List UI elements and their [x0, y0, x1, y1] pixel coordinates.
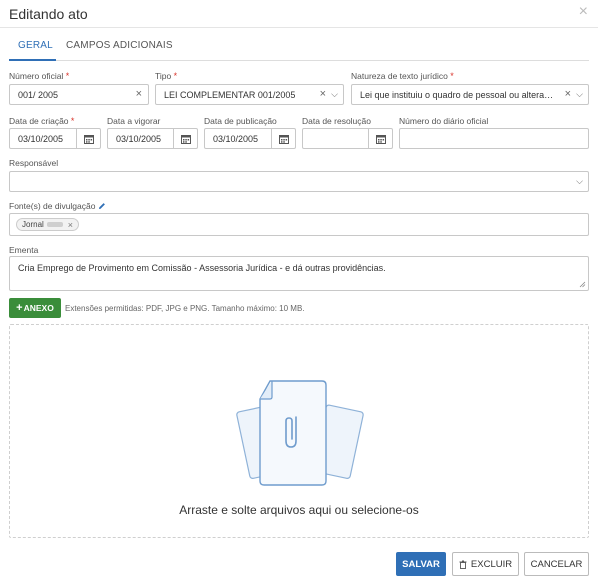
responsavel-select[interactable]: ⌵ [9, 171, 589, 192]
modal-header: Editando ato × [0, 0, 598, 28]
tab-geral[interactable]: GERAL [18, 40, 53, 51]
pencil-icon[interactable] [98, 202, 106, 210]
natureza-value: Lei que instituiu o quadro de pessoal ou… [360, 90, 554, 100]
data-resolucao-label: Data de resolução [302, 116, 371, 126]
document-attachment-icon [236, 380, 364, 486]
tab-campos-adicionais[interactable]: CAMPOS ADICIONAIS [66, 40, 173, 51]
fonte-tag: Jornal × [16, 218, 80, 231]
active-tab-indicator [9, 59, 56, 61]
clear-icon[interactable]: × [320, 88, 326, 100]
numero-diario-input[interactable] [399, 128, 589, 149]
tipo-value: LEI COMPLEMENTAR 001/2005 [164, 90, 296, 100]
required-marker: * [70, 116, 75, 126]
modal-title: Editando ato [9, 6, 88, 22]
numero-oficial-value: 001/ 2005 [18, 90, 59, 100]
responsavel-label: Responsável [9, 158, 59, 168]
remove-tag-icon[interactable]: × [68, 220, 73, 230]
fontes-label: Fonte(s) de divulgação [9, 201, 106, 211]
add-attachment-label: ANEXO [23, 303, 54, 313]
clear-icon[interactable]: × [565, 88, 571, 100]
delete-button[interactable]: EXCLUIR [452, 552, 519, 576]
delete-button-label: EXCLUIR [470, 558, 513, 570]
fontes-input[interactable]: Jornal × [9, 213, 589, 236]
required-marker: * [173, 71, 178, 81]
data-publicacao-input[interactable]: 03/10/2005 [204, 128, 296, 149]
add-attachment-button[interactable]: + ANEXO [9, 298, 61, 318]
numero-oficial-input[interactable]: 001/ 2005 × [9, 84, 149, 105]
calendar-icon[interactable] [368, 129, 392, 148]
data-vigorar-value: 03/10/2005 [116, 134, 162, 144]
dropzone-text: Arraste e solte arquivos aqui ou selecio… [179, 503, 419, 517]
file-dropzone[interactable]: Arraste e solte arquivos aqui ou selecio… [9, 324, 589, 538]
data-criacao-value: 03/10/2005 [18, 134, 64, 144]
chevron-down-icon[interactable]: ⌵ [331, 89, 338, 100]
trash-icon [459, 560, 467, 569]
fonte-tag-label: Jornal [22, 220, 44, 229]
chevron-down-icon[interactable]: ⌵ [576, 89, 583, 100]
data-publicacao-label: Data de publicação [204, 116, 277, 126]
natureza-label: Natureza de texto jurídico * [351, 71, 454, 81]
numero-diario-label: Número do diário oficial [399, 116, 489, 126]
save-button[interactable]: SALVAR [396, 552, 446, 576]
ementa-textarea[interactable]: Cria Emprego de Provimento em Comissão -… [9, 256, 589, 291]
data-criacao-input[interactable]: 03/10/2005 [9, 128, 101, 149]
clear-icon[interactable]: × [136, 88, 142, 100]
tipo-label: Tipo * [155, 71, 178, 81]
close-icon[interactable]: × [579, 3, 588, 21]
ementa-label: Ementa [9, 245, 39, 255]
required-marker: * [65, 71, 70, 81]
cancel-button[interactable]: CANCELAR [524, 552, 589, 576]
upload-hint: Extensões permitidas: PDF, JPG e PNG. Ta… [65, 304, 305, 313]
calendar-icon[interactable] [76, 129, 100, 148]
tab-bar: GERAL CAMPOS ADICIONAIS [9, 37, 589, 61]
required-marker: * [450, 71, 454, 81]
calendar-icon[interactable] [173, 129, 197, 148]
data-publicacao-value: 03/10/2005 [213, 134, 259, 144]
natureza-select[interactable]: Lei que instituiu o quadro de pessoal ou… [351, 84, 589, 105]
tipo-select[interactable]: LEI COMPLEMENTAR 001/2005 × ⌵ [155, 84, 344, 105]
plus-icon: + [16, 302, 23, 314]
data-vigorar-input[interactable]: 03/10/2005 [107, 128, 198, 149]
data-vigorar-label: Data a vigorar [107, 116, 161, 126]
numero-oficial-label: Número oficial * [9, 71, 70, 81]
calendar-icon[interactable] [271, 129, 295, 148]
chevron-down-icon[interactable]: ⌵ [576, 176, 583, 187]
ementa-value: Cria Emprego de Provimento em Comissão -… [18, 263, 386, 273]
data-resolucao-input[interactable] [302, 128, 393, 149]
data-criacao-label: Data de criação * [9, 116, 75, 126]
resize-handle-icon[interactable] [579, 281, 586, 288]
redacted-text [46, 222, 63, 227]
